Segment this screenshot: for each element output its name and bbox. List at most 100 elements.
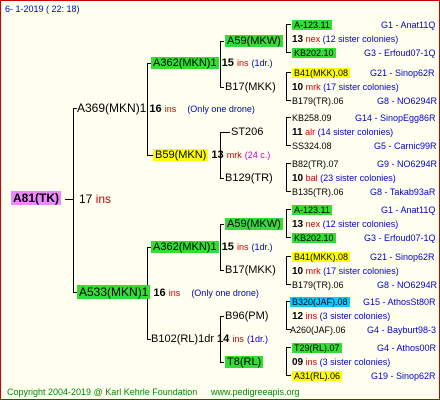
sister-count: 10 xyxy=(292,173,304,184)
gen4-name: B179(TR).06 xyxy=(292,96,344,106)
gen3-node[interactable]: B129(TR) xyxy=(225,172,273,184)
gen4-info: G3 - Erfoud07-1Q xyxy=(364,233,436,243)
pedigree-frame: 6- 1-2019 ( 22: 18) A81(TK) 17 ins A369(… xyxy=(0,0,440,400)
gen4-node[interactable]: A-123.11 xyxy=(292,204,332,216)
sister-note: (3 sister colonies) xyxy=(319,357,391,367)
gen1-count: 16 xyxy=(153,287,166,299)
gen4-sisters: 10 mrk (17 sister colonies) xyxy=(292,265,399,278)
gen3-name: B129(TR) xyxy=(225,172,273,184)
sister-count: 13 xyxy=(292,34,304,45)
gen4-info: G4 - Bayburt98-3 xyxy=(367,325,437,335)
gen1-note: (Only one drone) xyxy=(191,288,259,298)
gen2-count: 15 xyxy=(221,57,234,69)
gen2-unit: ins xyxy=(232,334,244,344)
gen2-count: 15 xyxy=(221,241,234,253)
gen3-name: A59(MKW) xyxy=(225,35,283,47)
gen2-unit: ins xyxy=(236,242,249,252)
gen3-node[interactable]: B17(MKK) xyxy=(225,264,276,276)
sister-note: (12 sister colonies) xyxy=(322,34,399,44)
root-count: 17 xyxy=(79,192,93,206)
sister-note: (14 sister colonies) xyxy=(317,127,394,137)
gen2-unit: ins xyxy=(236,58,249,68)
gen1-node[interactable]: A369(MKN)1 16 ins (Only one drone) xyxy=(77,102,255,115)
sister-unit: mrk xyxy=(305,82,321,92)
gen3-node[interactable]: T8(RL) xyxy=(225,356,264,368)
gen2-node[interactable]: B59(MKN) 13 mrk (24 c.) xyxy=(153,149,270,161)
gen2-unit: mrk xyxy=(226,150,242,160)
gen4-sisters: 10 mrk (17 sister colonies) xyxy=(292,81,399,94)
gen4-node[interactable]: B135(TR).06 xyxy=(292,186,344,198)
gen1-count: 16 xyxy=(149,103,162,115)
header-date: 6- 1-2019 ( 22: 18) xyxy=(5,4,80,14)
gen4-name: B179(TR).06 xyxy=(292,280,344,290)
gen1-name: A533(MKN)1 xyxy=(77,285,151,299)
gen2-count: 13 xyxy=(211,149,224,161)
gen3-node[interactable]: ST206 xyxy=(231,126,263,138)
gen4-name: A31(RL).06 xyxy=(292,371,343,381)
gen4-info: G21 - Sinop62R xyxy=(370,68,435,78)
sister-unit: ins xyxy=(305,357,318,367)
gen4-node[interactable]: T29(RL).07 xyxy=(292,342,342,354)
sister-unit: alr xyxy=(305,127,316,137)
gen4-name: A-123.11 xyxy=(292,205,332,215)
gen4-node[interactable]: B82(TR).07 xyxy=(292,158,339,170)
gen4-node[interactable]: A260(JAF).06 xyxy=(290,324,346,336)
gen2-name: B102(RL)1dr xyxy=(151,333,214,345)
gen2-node[interactable]: B102(RL)1dr 14 ins (1dr.) xyxy=(151,333,268,345)
sister-note: (12 sister colonies) xyxy=(322,219,399,229)
gen4-sisters: 13 nex (12 sister colonies) xyxy=(292,218,398,231)
gen4-node[interactable]: KB202.10 xyxy=(292,47,336,59)
gen4-sisters: 10 bal (23 sister colonies) xyxy=(292,172,396,185)
sister-unit: ins xyxy=(305,311,318,321)
gen4-node[interactable]: KB202.10 xyxy=(292,232,336,244)
sister-unit: bal xyxy=(305,173,318,183)
gen4-node[interactable]: B320(JAF).08 xyxy=(290,296,350,308)
gen4-name: B135(TR).06 xyxy=(292,187,344,197)
sister-unit: nex xyxy=(305,219,321,229)
gen3-node[interactable]: A59(MKW) xyxy=(225,35,283,47)
gen4-node[interactable]: A-123.11 xyxy=(292,19,332,31)
gen4-name: B41(MKK).08 xyxy=(292,252,351,262)
gen4-sisters: 13 nex (12 sister colonies) xyxy=(292,33,398,46)
gen3-name: T8(RL) xyxy=(225,356,264,368)
gen3-node[interactable]: B96(PM) xyxy=(225,310,268,322)
gen4-node[interactable]: A31(RL).06 xyxy=(292,370,343,382)
gen2-note: (1dr.) xyxy=(246,334,268,344)
gen4-node[interactable]: B41(MKK).08 xyxy=(292,251,351,263)
gen3-node[interactable]: A59(MKW) xyxy=(225,218,283,230)
gen4-info: G3 - Erfoud07-1Q xyxy=(364,48,436,58)
sister-note: (17 sister colonies) xyxy=(323,266,399,276)
gen2-name: A362(MKN)1 xyxy=(151,57,219,69)
gen2-node[interactable]: A362(MKN)1 15 ins (1dr.) xyxy=(151,241,273,253)
sister-count: 12 xyxy=(292,311,304,322)
gen4-info: G4 - Athos00R xyxy=(377,343,437,353)
gen3-name: B96(PM) xyxy=(225,310,269,322)
footer-url[interactable]: www.pedigreeapis.org xyxy=(211,386,300,398)
gen4-info: G14 - SinopEgg86R xyxy=(355,113,436,123)
gen4-node[interactable]: KB258.09 xyxy=(292,112,332,124)
gen4-name: KB258.09 xyxy=(292,113,332,123)
gen4-node[interactable]: B41(MKK).08 xyxy=(292,67,351,79)
gen2-node[interactable]: A362(MKN)1 15 ins (1dr.) xyxy=(151,57,273,69)
gen1-node[interactable]: A533(MKN)1 16 ins (Only one drone) xyxy=(77,285,259,299)
sister-note: (17 sister colonies) xyxy=(323,82,399,92)
gen4-node[interactable]: B179(TR).06 xyxy=(292,279,344,291)
gen4-name: A-123.11 xyxy=(292,20,332,30)
root-name: A81(TK) xyxy=(11,191,62,205)
sister-count: 10 xyxy=(292,82,304,93)
sister-count: 11 xyxy=(292,127,303,138)
gen4-sisters: 09 ins (3 sister colonies) xyxy=(292,356,390,369)
gen4-node[interactable]: SS324.08 xyxy=(292,140,332,152)
gen2-count: 14 xyxy=(217,333,230,345)
gen1-unit: ins xyxy=(168,288,181,298)
sister-count: 09 xyxy=(292,357,304,368)
gen4-info: G8 - Takab93aR xyxy=(370,187,436,197)
gen3-node[interactable]: B17(MKK) xyxy=(225,81,276,93)
gen3-name: B17(MKK) xyxy=(225,81,276,93)
gen2-name: B59(MKN) xyxy=(153,149,209,161)
root-queen[interactable]: A81(TK) xyxy=(11,191,62,205)
gen1-note: (Only one drone) xyxy=(187,104,255,114)
gen4-info: G8 - NO6294R xyxy=(377,280,438,290)
gen4-name: B41(MKK).08 xyxy=(292,68,351,78)
gen4-node[interactable]: B179(TR).06 xyxy=(292,95,344,107)
